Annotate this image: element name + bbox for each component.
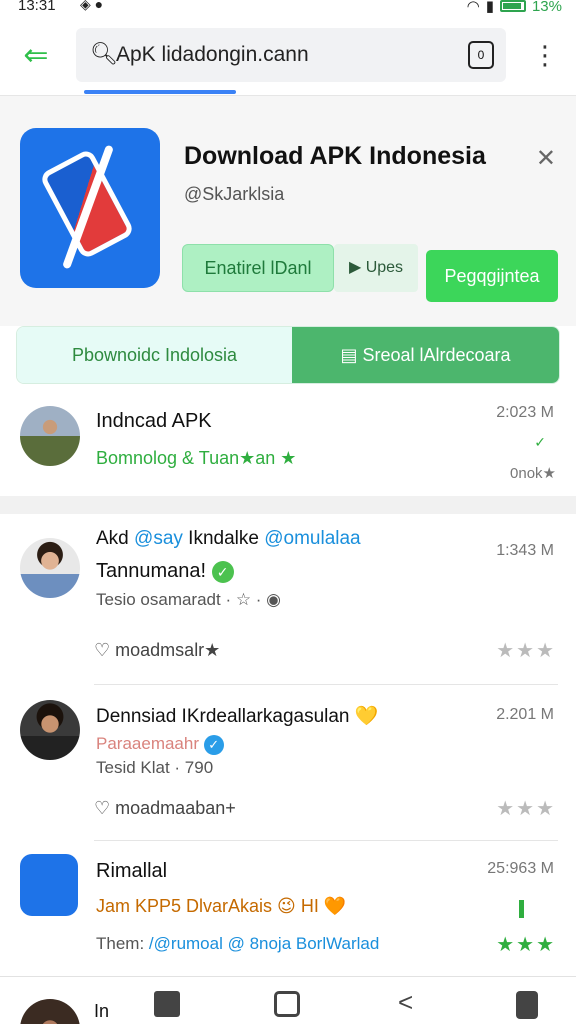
notification-icons: ◈ ●: [80, 0, 104, 12]
segmented-control: Pbownoidc Indolosia ▤ Sreoal lAlrdecoara: [16, 326, 560, 384]
battery-icon: [499, 0, 526, 12]
bottom-label: In: [94, 1001, 110, 1021]
mention[interactable]: @omulalaa: [264, 528, 360, 549]
item-title: Akd @say Ikndalke @omulalaa: [96, 528, 361, 550]
home-icon[interactable]: [274, 991, 300, 1017]
divider: [94, 684, 558, 685]
verified-badge-icon: ✓: [203, 734, 224, 755]
comment-button[interactable]: ♡ moadmsalr★: [94, 640, 220, 661]
wifi-icon: ◠: [466, 0, 480, 15]
battery-percent: 13%: [531, 0, 562, 15]
comment-label: moadmaaban+: [115, 798, 236, 818]
avatar: [20, 700, 80, 760]
item-title-text: Dennsiad IKrdeallarkagasulan: [96, 706, 350, 727]
star-rating[interactable]: ★★★: [496, 932, 556, 957]
item-time: 25:963 M: [487, 860, 554, 877]
list-icon: ▤: [340, 345, 363, 365]
emoji-icon: 💛: [354, 706, 379, 727]
avatar: [20, 406, 80, 466]
item-subtitle: Tesid Klat · 790: [96, 758, 214, 777]
stop-icon[interactable]: [154, 991, 180, 1017]
list-item[interactable]: Rimallal Jam KPP5 DlvarAkais 😉 HI 🧡 Them…: [0, 842, 576, 976]
promo-card: Download APK Indonesia @SkJarklsia ✕ Ena…: [0, 96, 576, 326]
item-time: 1:343 M: [496, 542, 554, 559]
item-title: Indncad APK: [96, 410, 212, 432]
more-menu-icon[interactable]: ⋮: [532, 40, 558, 70]
updates-button[interactable]: ▶ Upes: [334, 244, 418, 292]
comment-label: moadmsalr★: [115, 640, 221, 660]
star-rating[interactable]: ★★★: [496, 638, 556, 663]
list-item[interactable]: Indncad APK Bomnolog & Tuan★an ★ 2:023 M…: [0, 384, 576, 496]
avatar: [20, 999, 80, 1024]
item-time: 2:023 M: [496, 404, 554, 421]
top-bar: ⇐ 🔍︎ 0 ⋮: [0, 16, 576, 96]
segment-search-label: Sreoal lAlrdecoara: [362, 345, 511, 365]
check-circle-icon: ✓: [211, 560, 234, 583]
divider: [94, 840, 558, 841]
promo-subtitle: @SkJarklsia: [184, 184, 285, 204]
check-icon: ✓: [534, 434, 546, 450]
item-subtitle: Tesio osamaradt · ☆ · ◉: [96, 590, 282, 609]
search-icon: 🔍︎: [90, 41, 118, 66]
item-line2: Tannumana! ✓: [96, 560, 234, 583]
install-button[interactable]: Enatirel lDanl: [182, 244, 334, 292]
item-time: 2.201 M: [496, 706, 554, 723]
search-input[interactable]: [116, 38, 446, 72]
item-subtitle: Bomnolog & Tuan★an ★: [96, 448, 297, 468]
app-icon: [20, 854, 78, 916]
status-right: ◠ ▮ 13%: [467, 0, 562, 15]
back-arrow-icon[interactable]: ⇐: [18, 38, 54, 74]
item-subtitle: Jam KPP5 DlvarAkais 😉 HI 🧡: [96, 896, 347, 916]
status-indicator: [519, 900, 524, 918]
heart-icon: ♡: [94, 798, 111, 818]
share-icon[interactable]: <: [398, 987, 413, 1018]
star-rating[interactable]: ★★★: [496, 796, 556, 821]
status-time: 13:31: [18, 0, 56, 14]
document-icon[interactable]: [516, 991, 538, 1019]
item-title: Dennsiad IKrdeallarkagasulan 💛: [96, 704, 378, 728]
close-icon[interactable]: ✕: [536, 144, 556, 173]
item-title-prefix: Akd: [96, 528, 129, 549]
promo-title: Download APK Indonesia: [184, 142, 486, 170]
item-handle: Paraaemaahr ✓: [96, 734, 224, 755]
tags-prefix: Them:: [96, 934, 145, 953]
segment-search[interactable]: ▤ Sreoal lAlrdecoara: [292, 327, 559, 383]
tags-text[interactable]: /@rumoal @ 8noja BorlWarlad: [149, 934, 379, 953]
active-tab-indicator: [84, 90, 236, 94]
status-bar: 13:31 ◈ ● ◠ ▮ 13%: [0, 0, 576, 16]
heart-icon: ♡: [94, 640, 111, 660]
comment-button[interactable]: ♡ moadmaaban+: [94, 798, 236, 819]
bottom-nav: In <: [0, 976, 576, 1024]
app-icon[interactable]: [20, 128, 160, 288]
segment-download[interactable]: Pbownoidc Indolosia: [17, 327, 292, 383]
item-line2-text: Tannumana!: [96, 560, 207, 582]
section-divider: [0, 496, 576, 514]
mention[interactable]: @say: [134, 528, 183, 549]
list-item[interactable]: Akd @say Ikndalke @omulalaa Tannumana! ✓…: [0, 514, 576, 684]
search-box[interactable]: 🔍︎ 0: [76, 28, 506, 82]
handle-text: Paraaemaahr: [96, 734, 200, 753]
lens-icon[interactable]: 0: [468, 41, 494, 69]
avatar: [20, 538, 80, 598]
item-rating: 0nok★: [510, 465, 556, 482]
signal-icon: ▮: [485, 0, 494, 15]
item-title-name: Ikndalke: [188, 528, 259, 549]
item-tags: Them: /@rumoal @ 8noja BorlWarlad: [96, 934, 379, 954]
item-title: Rimallal: [96, 860, 168, 882]
list-item[interactable]: Dennsiad IKrdeallarkagasulan 💛 Paraaemaa…: [0, 686, 576, 840]
open-button[interactable]: Pegqgijntea: [426, 250, 558, 302]
